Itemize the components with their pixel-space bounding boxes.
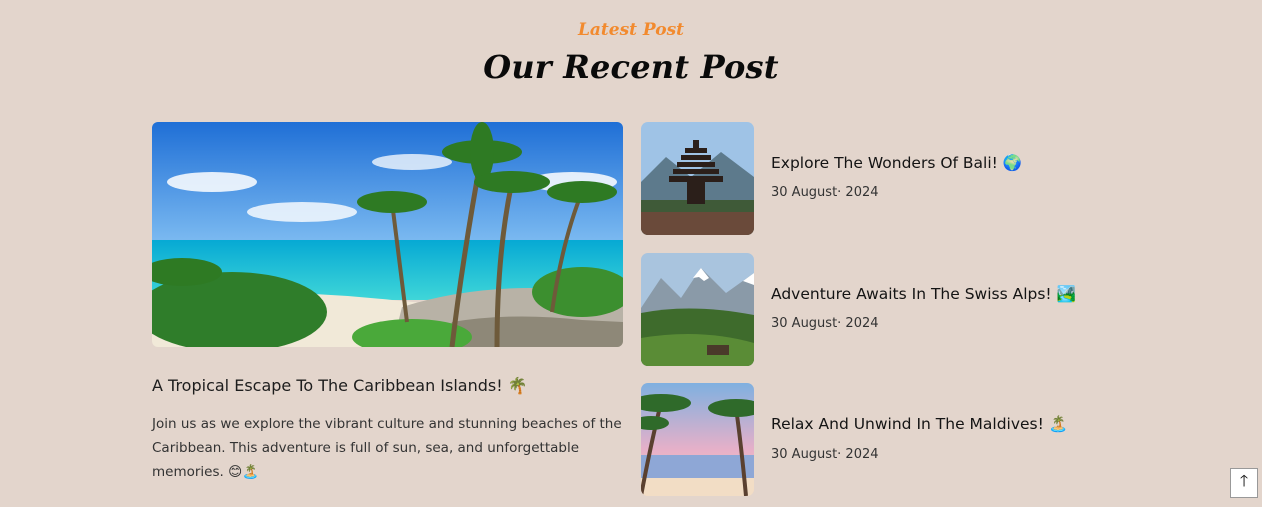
featured-post-title[interactable]: A Tropical Escape To The Caribbean Islan…: [152, 376, 632, 395]
arrow-up-icon: 🡑: [1239, 470, 1249, 490]
post-title-bali[interactable]: Explore The Wonders Of Bali! 🌍: [771, 154, 1022, 172]
scroll-to-top-button[interactable]: 🡑: [1230, 468, 1258, 498]
post-image-swiss-alps[interactable]: [641, 253, 754, 366]
post-image-bali[interactable]: [641, 122, 754, 235]
post-date-swiss-alps: 30 August· 2024: [771, 316, 879, 331]
post-date-maldives: 30 August· 2024: [771, 447, 879, 462]
featured-post-excerpt: Join us as we explore the vibrant cultur…: [152, 416, 622, 480]
featured-post-image[interactable]: [152, 122, 623, 347]
post-image-maldives[interactable]: [641, 383, 754, 496]
section-eyebrow: Latest Post: [577, 20, 685, 40]
post-title-maldives[interactable]: Relax And Unwind In The Maldives! 🏝️: [771, 415, 1068, 433]
post-date-bali: 30 August· 2024: [771, 185, 879, 200]
section-title: Our Recent Post: [483, 48, 779, 86]
post-title-swiss-alps[interactable]: Adventure Awaits In The Swiss Alps! 🏞️: [771, 285, 1076, 303]
